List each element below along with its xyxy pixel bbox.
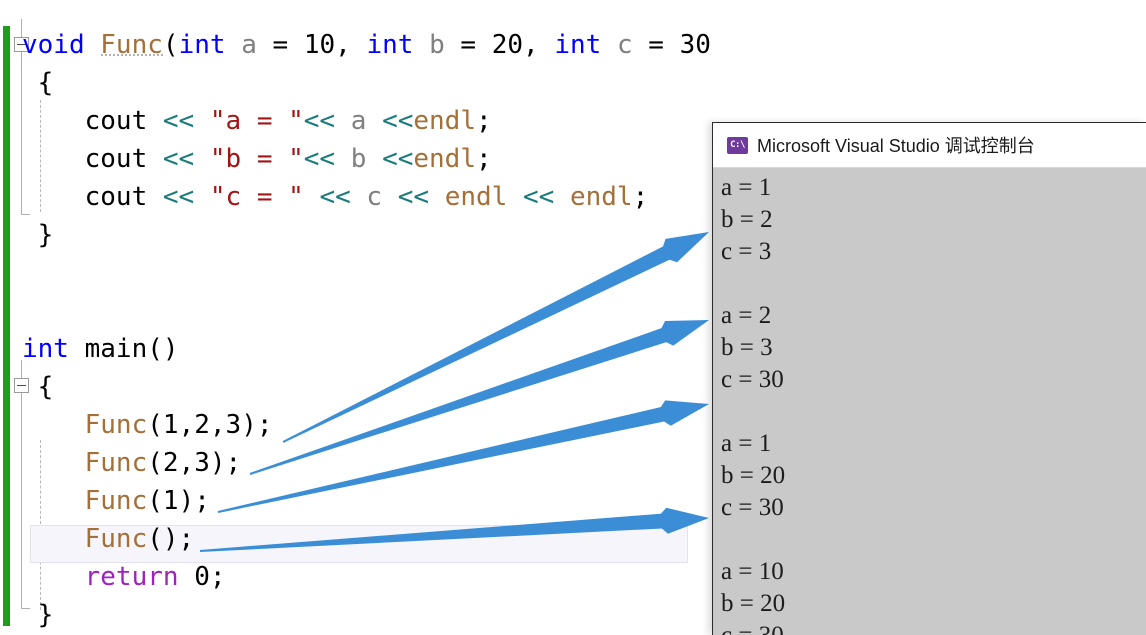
console-icon-label: C:\: [730, 140, 745, 150]
console-output-line: a = 2: [721, 302, 772, 329]
console-output: a = 1 b = 2 c = 3 a = 2 b = 3 c = 30 a = 1 b = …: [713, 168, 1146, 635]
code-line-text: int main(): [22, 334, 179, 364]
code-line-cout-b[interactable]: cout << "b = "<< b <<endl;: [0, 140, 712, 178]
debug-console-window[interactable]: C:\ Microsoft Visual Studio 调试控制台 a = 1 b…: [712, 122, 1146, 635]
code-line-blank-1[interactable]: [0, 254, 712, 292]
screenshot-root: void Func(int a = 10, int b = 20, int c …: [0, 0, 1146, 635]
code-line-cout-a[interactable]: cout << "a = "<< a <<endl;: [0, 102, 712, 140]
code-line-main-open-brace[interactable]: {: [0, 368, 712, 406]
code-line-text: }: [22, 600, 54, 630]
console-output-line: b = 3: [721, 334, 773, 361]
console-output-line: c = 30: [721, 620, 1146, 635]
code-line-text: {: [22, 372, 54, 402]
code-line-func-close-brace[interactable]: }: [0, 216, 712, 254]
console-output-line: b = 2: [721, 206, 773, 233]
code-line-call-func-123[interactable]: Func(1,2,3);: [0, 406, 712, 444]
code-line-text: Func(1,2,3);: [84, 410, 273, 440]
console-title-text: Microsoft Visual Studio 调试控制台: [757, 136, 1035, 156]
code-line-call-func-empty[interactable]: Func();: [0, 520, 712, 558]
code-line-main-signature[interactable]: int main(): [0, 330, 712, 368]
code-line-text: Func(1);: [84, 486, 210, 516]
code-line-call-func-1[interactable]: Func(1);: [0, 482, 712, 520]
code-line-func-signature[interactable]: void Func(int a = 10, int b = 20, int c …: [0, 26, 712, 64]
code-line-text: cout << "a = "<< a <<endl;: [22, 106, 492, 136]
code-lines: void Func(int a = 10, int b = 20, int c …: [0, 26, 712, 634]
code-line-text: Func();: [84, 524, 195, 554]
console-titlebar: C:\ Microsoft Visual Studio 调试控制台: [713, 123, 1146, 168]
console-output-line: a = 1: [721, 430, 772, 457]
console-output-line: b = 20: [721, 590, 786, 617]
code-line-text: cout << "b = "<< b <<endl;: [22, 144, 492, 174]
code-line-text: return 0;: [84, 562, 226, 592]
code-line-blank-2[interactable]: [0, 292, 712, 330]
console-output-line: c = 30: [721, 494, 784, 521]
code-line-text: {: [22, 68, 54, 98]
code-line-func-open-brace[interactable]: {: [0, 64, 712, 102]
console-output-line: c = 3: [721, 238, 772, 265]
code-line-text: Func(2,3);: [84, 448, 242, 478]
console-output-line: a = 10: [721, 558, 784, 585]
code-line-main-close-brace[interactable]: }: [0, 596, 712, 634]
code-editor[interactable]: void Func(int a = 10, int b = 20, int c …: [0, 0, 712, 635]
code-line-return-0[interactable]: return 0;: [0, 558, 712, 596]
console-output-line: a = 1: [721, 174, 772, 201]
console-output-line: b = 20: [721, 462, 786, 489]
code-line-cout-c[interactable]: cout << "c = " << c << endl << endl;: [0, 178, 712, 216]
code-line-text: }: [22, 220, 54, 250]
code-line-text: cout << "c = " << c << endl << endl;: [22, 182, 649, 212]
code-line-text: void Func(int a = 10, int b = 20, int c …: [22, 30, 712, 60]
console-output-line: c = 30: [721, 366, 784, 393]
console-app-icon: C:\: [727, 136, 748, 154]
code-line-call-func-23[interactable]: Func(2,3);: [0, 444, 712, 482]
